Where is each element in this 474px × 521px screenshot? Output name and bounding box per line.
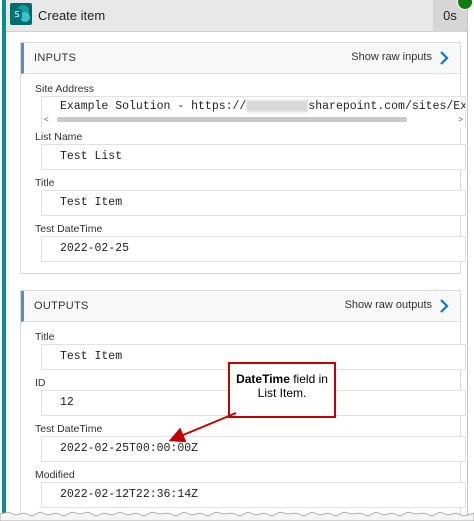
list-name-field: Test List (41, 144, 466, 170)
site-address-label: Site Address (35, 83, 94, 95)
inputs-header: INPUTS Show raw inputs (21, 43, 460, 74)
action-title: Create item (38, 8, 106, 23)
chevron-right-icon[interactable] (438, 51, 450, 65)
success-status-icon (457, 0, 473, 10)
outputs-header: OUTPUTS Show raw outputs (21, 291, 460, 322)
inputs-title: INPUTS (34, 52, 77, 64)
title-label: Title (35, 177, 55, 189)
callout-bold-text: DateTime (236, 372, 290, 386)
scroll-right-icon[interactable]: > (458, 115, 463, 124)
output-test-datetime-label: Test DateTime (35, 423, 103, 435)
horizontal-scrollbar[interactable]: < > (41, 115, 466, 124)
test-datetime-field: 2022-02-25 (41, 236, 466, 262)
callout-text-1: field in (289, 372, 328, 386)
sharepoint-icon: S (10, 3, 32, 25)
torn-edge-decoration (0, 511, 474, 521)
show-raw-outputs-link[interactable]: Show raw outputs (345, 299, 432, 311)
site-address-prefix: Example Solution - https:// (60, 100, 247, 113)
action-card: S Create item 0s INPUTS Show raw inputs … (2, 0, 473, 515)
svg-text:S: S (14, 10, 19, 19)
output-title-label: Title (35, 331, 55, 343)
inputs-section: INPUTS Show raw inputs Site Address Exam… (20, 42, 466, 274)
site-address-suffix: sharepoint.com/sites/ExampleS (308, 100, 466, 113)
annotation-callout: DateTime field in List Item. (228, 362, 336, 418)
chevron-right-icon[interactable] (438, 299, 450, 313)
scroll-left-icon[interactable]: < (44, 115, 49, 124)
scroll-thumb[interactable] (57, 117, 407, 122)
output-id-label: ID (35, 377, 46, 389)
title-field: Test Item (41, 190, 466, 216)
output-modified-label: Modified (35, 469, 75, 481)
test-datetime-label: Test DateTime (35, 223, 103, 235)
output-modified-field: 2022-02-12T22:36:14Z (41, 482, 466, 508)
list-name-label: List Name (35, 131, 83, 143)
show-raw-inputs-link[interactable]: Show raw inputs (351, 51, 432, 63)
output-test-datetime-field: 2022-02-25T00:00:00Z (41, 436, 466, 462)
redacted-tenant (246, 99, 309, 112)
outputs-title: OUTPUTS (34, 300, 89, 312)
action-header[interactable]: S Create item 0s (6, 0, 473, 32)
callout-text-2: List Item. (257, 386, 307, 400)
